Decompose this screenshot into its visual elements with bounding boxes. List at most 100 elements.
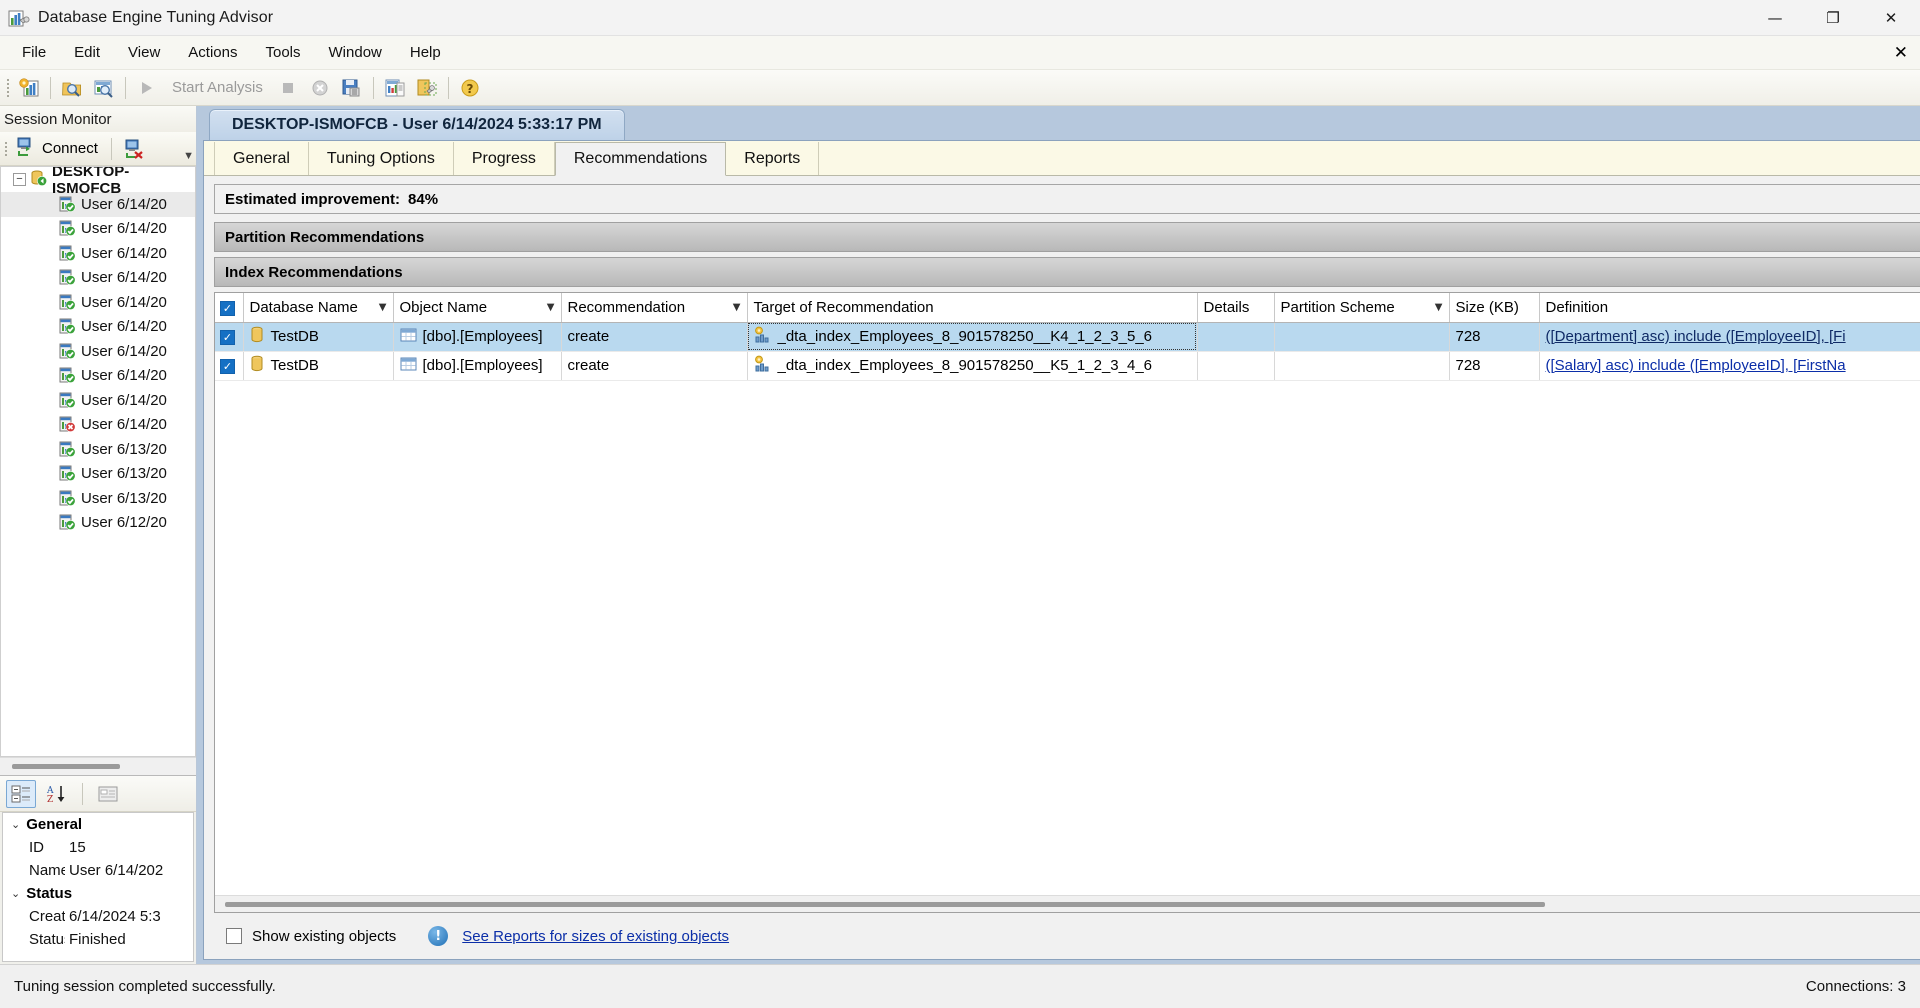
stop-and-delete-icon[interactable] [305,74,335,102]
tab-general[interactable]: General [214,142,309,175]
property-row[interactable]: StatusFinished [3,928,193,951]
definition-link[interactable]: ([Salary] asc) include ([EmployeeID], [F… [1546,357,1846,374]
menu-item-window[interactable]: Window [315,40,396,65]
cell-target[interactable]: _dta_index_Employees_8_901578250__K4_1_2… [747,322,1198,352]
grid-header-row: Database Name ▼ Object Name ▼ Recommendati… [215,293,1920,323]
save-session-icon[interactable] [337,74,367,102]
document-tab[interactable]: DESKTOP-ISMOFCB - User 6/14/2024 5:33:17… [209,109,625,140]
session-list-item[interactable]: User 6/14/20 [1,217,195,242]
grid-header-details[interactable]: Details [1197,293,1275,323]
filter-dropdown-icon-partition[interactable]: ▼ [1425,302,1443,313]
menu-item-view[interactable]: View [114,40,174,65]
alphabetical-sort-icon[interactable]: A Z [42,780,72,808]
definition-link[interactable]: ([Department] asc) include ([EmployeeID]… [1546,328,1846,345]
session-list-item[interactable]: User 6/14/20 [1,192,195,217]
filter-dropdown-icon-object[interactable]: ▼ [537,302,555,313]
minimize-button[interactable]: — [1746,0,1804,36]
expander-icon[interactable]: − [13,173,26,186]
filter-dropdown-icon-recommendation[interactable]: ▼ [723,302,741,313]
grid-header-size[interactable]: Size (KB) [1449,293,1540,323]
session-list-item[interactable]: User 6/12/20 [1,511,195,536]
session-list-item[interactable]: User 6/14/20 [1,413,195,438]
toolbar-overflow-icon[interactable]: ▼ [183,150,194,162]
tuning-reports-icon[interactable] [380,74,410,102]
help-icon[interactable]: ? [455,74,485,102]
grid-header-definition[interactable]: Definition [1539,293,1920,323]
menu-item-actions[interactable]: Actions [174,40,251,65]
tab-progress[interactable]: Progress [454,142,555,175]
row-checkbox-cell[interactable] [215,351,244,381]
menu-item-tools[interactable]: Tools [251,40,314,65]
session-list-item[interactable]: User 6/13/20 [1,437,195,462]
row-checkbox[interactable] [220,359,235,374]
grid-horizontal-scrollbar[interactable] [215,895,1920,912]
table-row[interactable]: TestDB [dbo].[Employees] create _dta_index_… [215,351,1920,381]
cell-definition[interactable]: ([Salary] asc) include ([EmployeeID], [F… [1539,351,1920,381]
tab-reports[interactable]: Reports [726,142,820,175]
grid-scrollbar-thumb[interactable] [225,901,1545,907]
new-session-icon[interactable] [14,74,44,102]
session-list-item[interactable]: User 6/14/20 [1,315,195,340]
menu-item-help[interactable]: Help [396,40,455,65]
grid-header-target[interactable]: Target of Recommendation [747,293,1198,323]
row-checkbox-cell[interactable] [215,322,244,352]
property-group-header[interactable]: ⌄ Status [3,882,193,905]
session-properties-icon[interactable] [89,74,119,102]
session-list-item[interactable]: User 6/13/20 [1,462,195,487]
tree-horizontal-scrollbar[interactable] [0,757,196,775]
chevron-down-icon[interactable]: ⌄ [11,818,20,831]
cell-target[interactable]: _dta_index_Employees_8_901578250__K5_1_2… [747,351,1198,381]
session-list-item[interactable]: User 6/13/20 [1,486,195,511]
menu-item-file[interactable]: File [8,40,60,65]
session-list-item[interactable]: User 6/14/20 [1,388,195,413]
property-row[interactable]: Creatic6/14/2024 5:3 [3,905,193,928]
close-document-icon[interactable]: ✕ [1894,43,1908,63]
object-name-text: [dbo].[Employees] [422,328,543,345]
table-row[interactable]: TestDB [dbo].[Employees] create _dta_index_… [215,322,1920,352]
row-checkbox[interactable] [220,330,235,345]
session-list-item[interactable]: User 6/14/20 [1,364,195,389]
session-tree[interactable]: − DESKTOP-ISMOFCB User 6/14/20 User 6/14… [0,166,196,757]
show-existing-objects-checkbox[interactable] [226,928,242,944]
grid-header-object-name[interactable]: Object Name ▼ [393,293,562,323]
tab-recommendations[interactable]: Recommendations [554,142,727,176]
cell-definition[interactable]: ([Department] asc) include ([EmployeeID]… [1539,322,1920,352]
partition-recommendations-section[interactable]: Partition Recommendations ⌄⌄ [214,222,1920,252]
property-key: Status [29,931,65,948]
grid-header-database-name[interactable]: Database Name ▼ [243,293,394,323]
grid-header-select-all[interactable] [215,293,244,323]
tab-tuning-options[interactable]: Tuning Options [309,142,454,175]
start-analysis-button[interactable]: Start Analysis [164,79,271,96]
session-list-item[interactable]: User 6/14/20 [1,290,195,315]
property-group-header[interactable]: ⌄ General [3,813,193,836]
categorized-view-icon[interactable] [6,779,36,808]
disconnect-server-icon[interactable] [119,135,149,163]
menu-item-edit[interactable]: Edit [60,40,114,65]
start-analysis-play-icon[interactable] [132,74,162,102]
close-button[interactable]: ✕ [1862,0,1920,36]
stop-icon[interactable] [273,74,303,102]
session-list-item[interactable]: User 6/14/20 [1,339,195,364]
maximize-button[interactable]: ❐ [1804,0,1862,36]
property-row[interactable]: Name User 6/14/202 [3,859,193,882]
property-row[interactable]: ID 15 [3,836,193,859]
see-reports-link[interactable]: See Reports for sizes of existing object… [462,928,729,945]
connect-button[interactable]: Connect [13,135,104,162]
cell-details [1197,351,1275,381]
grid-header-partition-scheme[interactable]: Partition Scheme ▼ [1274,293,1450,323]
filter-dropdown-icon-database[interactable]: ▼ [369,302,387,313]
select-all-checkbox[interactable] [220,300,235,316]
chevron-down-icon[interactable]: ⌄ [11,887,20,900]
index-recommendations-section[interactable]: Index Recommendations ⌄⌄ [214,257,1920,287]
property-pages-icon[interactable] [93,780,123,808]
tuning-log-icon[interactable] [412,74,442,102]
session-list-item[interactable]: User 6/14/20 [1,241,195,266]
info-icon: ! [428,926,449,946]
scrollbar-thumb[interactable] [12,764,120,769]
open-session-icon[interactable] [57,74,87,102]
recommendations-grid-scroller[interactable]: Database Name ▼ Object Name ▼ Recommendati… [215,293,1920,895]
tree-root-server[interactable]: − DESKTOP-ISMOFCB [1,167,195,197]
session-list-item[interactable]: User 6/14/20 [1,266,195,291]
header-label-partition-scheme: Partition Scheme [1280,298,1395,316]
grid-header-recommendation[interactable]: Recommendation ▼ [561,293,748,323]
